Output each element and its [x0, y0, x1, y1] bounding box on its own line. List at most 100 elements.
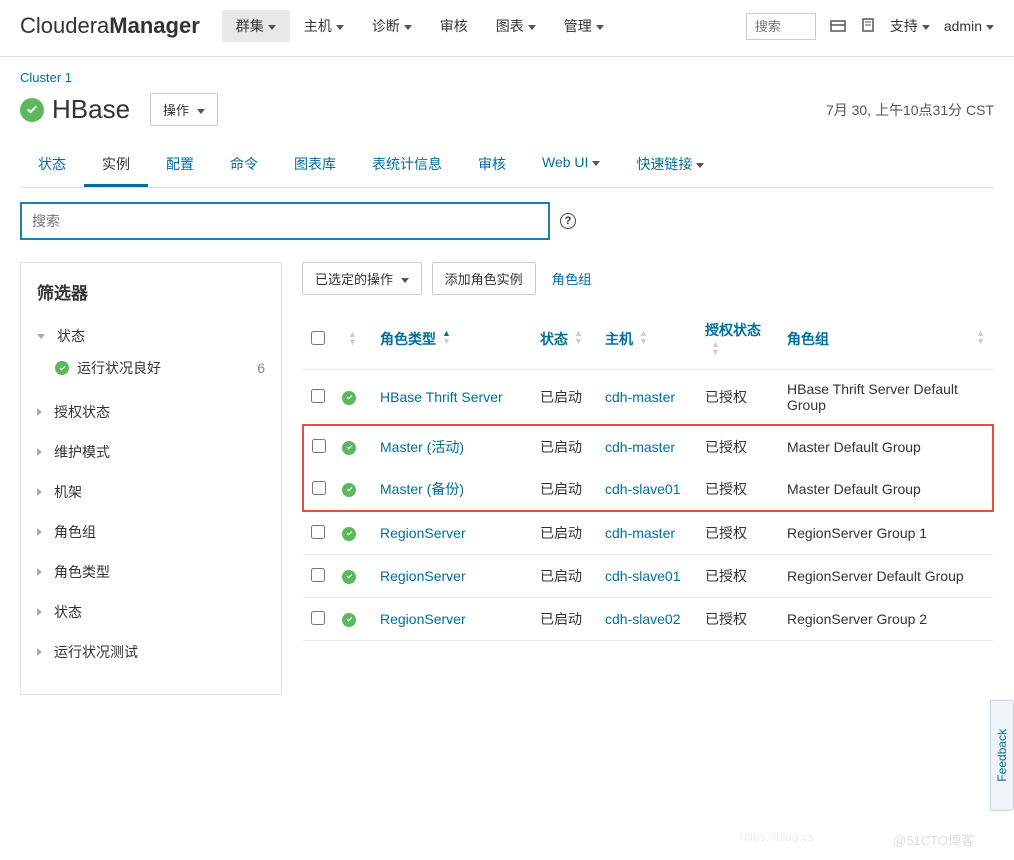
global-search-input[interactable] — [746, 13, 816, 40]
row-checkbox[interactable] — [311, 611, 325, 625]
role-link[interactable]: Master (备份) — [380, 481, 464, 497]
select-all-checkbox[interactable] — [311, 331, 325, 345]
row-group: Master Default Group — [779, 468, 993, 511]
caret-icon — [268, 25, 276, 30]
tab-1[interactable]: 实例 — [84, 144, 148, 187]
chevron-right-icon — [37, 528, 42, 536]
chevron-right-icon — [37, 648, 42, 656]
role-link[interactable]: RegionServer — [380, 525, 466, 541]
col-group[interactable]: 角色组▲▼ — [779, 309, 993, 370]
host-link[interactable]: cdh-master — [605, 389, 675, 405]
table-row: RegionServer 已启动 cdh-slave02 已授权RegionServe… — [303, 598, 993, 641]
help-icon[interactable]: ? — [560, 213, 576, 229]
status-ok-icon — [342, 570, 356, 584]
role-link[interactable]: RegionServer — [380, 568, 466, 584]
col-role-type[interactable]: 角色类型▲▼ — [372, 309, 532, 370]
row-group: Master Default Group — [779, 425, 993, 468]
row-checkbox[interactable] — [311, 525, 325, 539]
tab-6[interactable]: 审核 — [460, 144, 524, 187]
support-menu[interactable]: 支持 — [890, 16, 930, 36]
filter-sidebar: 筛选器 状态运行状况良好6 授权状态 维护模式 机架 角色组 角色类型 状态 运… — [20, 262, 282, 695]
logo-product: Manager — [109, 13, 199, 39]
host-link[interactable]: cdh-master — [605, 525, 675, 541]
chevron-right-icon — [37, 568, 42, 576]
filter-group-header[interactable]: 角色类型 — [37, 558, 265, 586]
role-link[interactable]: RegionServer — [380, 611, 466, 627]
row-auth: 已授权 — [697, 370, 779, 426]
host-link[interactable]: cdh-slave01 — [605, 481, 681, 497]
filter-group-header[interactable]: 机架 — [37, 478, 265, 506]
filter-group-header[interactable]: 授权状态 — [37, 398, 265, 426]
row-status: 已启动 — [532, 370, 597, 426]
tab-2[interactable]: 配置 — [148, 144, 212, 187]
filter-group-header[interactable]: 状态 — [37, 322, 265, 350]
tab-3[interactable]: 命令 — [212, 144, 276, 187]
row-checkbox[interactable] — [312, 439, 326, 453]
logo-brand: Cloudera — [20, 13, 109, 39]
filter-group-header[interactable]: 状态 — [37, 598, 265, 626]
top-right: 支持 admin — [746, 13, 994, 40]
row-checkbox[interactable] — [311, 389, 325, 403]
role-link[interactable]: HBase Thrift Server — [380, 389, 503, 405]
row-checkbox[interactable] — [312, 481, 326, 495]
nav-audit[interactable]: 审核 — [426, 10, 482, 42]
row-group: RegionServer Default Group — [779, 555, 993, 598]
nav-admin[interactable]: 管理 — [550, 10, 618, 42]
row-checkbox[interactable] — [311, 568, 325, 582]
col-status[interactable]: 状态▲▼ — [532, 309, 597, 370]
row-auth: 已授权 — [697, 425, 779, 468]
table-row: HBase Thrift Server 已启动 cdh-master 已授权HBase… — [303, 370, 993, 426]
chevron-right-icon — [37, 488, 42, 496]
role-link[interactable]: Master (活动) — [380, 439, 464, 455]
nav-diagnostics[interactable]: 诊断 — [358, 10, 426, 42]
row-auth: 已授权 — [697, 555, 779, 598]
col-host[interactable]: 主机▲▼ — [597, 309, 697, 370]
actions-button[interactable]: 操作 — [150, 93, 218, 126]
nav-charts[interactable]: 图表 — [482, 10, 550, 42]
row-auth: 已授权 — [697, 598, 779, 641]
selected-actions-button[interactable]: 已选定的操作 — [302, 262, 422, 295]
service-tabs: 状态实例配置命令图表库表统计信息审核Web UI快速链接 — [20, 144, 994, 188]
watermark: @51CTO博客 — [893, 830, 974, 849]
tab-4[interactable]: 图表库 — [276, 144, 354, 187]
row-group: HBase Thrift Server Default Group — [779, 370, 993, 426]
tab-5[interactable]: 表统计信息 — [354, 144, 460, 187]
chevron-right-icon — [37, 608, 42, 616]
filter-group-header[interactable]: 角色组 — [37, 518, 265, 546]
table-row: RegionServer 已启动 cdh-slave01 已授权RegionServe… — [303, 555, 993, 598]
chevron-down-icon — [37, 334, 45, 339]
status-ok-icon — [20, 98, 44, 122]
user-menu[interactable]: admin — [944, 18, 994, 34]
filter-group-header[interactable]: 维护模式 — [37, 438, 265, 466]
chevron-right-icon — [37, 448, 42, 456]
service-header: HBase 操作 7月 30, 上午10点31分 CST — [20, 93, 994, 126]
role-group-link[interactable]: 角色组 — [552, 269, 592, 288]
host-link[interactable]: cdh-slave02 — [605, 611, 681, 627]
service-title: HBase — [52, 94, 130, 125]
feedback-tab[interactable]: Feedback — [990, 700, 1014, 811]
breadcrumb-cluster[interactable]: Cluster 1 — [20, 70, 72, 85]
parcel-icon[interactable] — [830, 18, 846, 34]
nav-clusters[interactable]: 群集 — [222, 10, 290, 42]
add-role-button[interactable]: 添加角色实例 — [432, 262, 536, 295]
row-status: 已启动 — [532, 598, 597, 641]
watermark-url: https://blog.cs — [740, 830, 814, 844]
tab-0[interactable]: 状态 — [20, 144, 84, 187]
filter-group-header[interactable]: 运行状况测试 — [37, 638, 265, 666]
tab-7[interactable]: Web UI — [524, 144, 618, 187]
col-auth[interactable]: 授权状态▲▼ — [697, 309, 779, 370]
row-status: 已启动 — [532, 555, 597, 598]
host-link[interactable]: cdh-master — [605, 439, 675, 455]
instance-search-input[interactable] — [20, 202, 550, 240]
row-auth: 已授权 — [697, 511, 779, 555]
messages-icon[interactable] — [860, 18, 876, 34]
host-link[interactable]: cdh-slave01 — [605, 568, 681, 584]
tab-8[interactable]: 快速链接 — [618, 144, 722, 187]
chevron-right-icon — [37, 408, 42, 416]
status-ok-icon — [342, 441, 356, 455]
status-ok-icon — [342, 483, 356, 497]
instances-table: ▲▼ 角色类型▲▼ 状态▲▼ 主机▲▼ 授权状态▲▼ 角色组▲▼ HBase T… — [302, 309, 994, 641]
filter-item[interactable]: 运行状况良好6 — [37, 350, 265, 386]
nav-hosts[interactable]: 主机 — [290, 10, 358, 42]
row-group: RegionServer Group 2 — [779, 598, 993, 641]
